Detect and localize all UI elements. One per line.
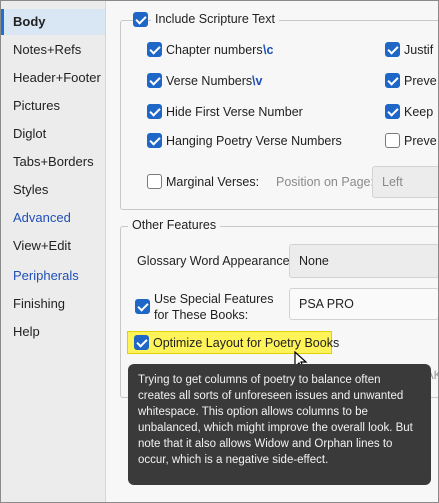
prevent-checkbox-1[interactable] — [385, 73, 400, 88]
include-scripture-checkbox[interactable] — [133, 12, 148, 27]
hanging-poetry-label: Hanging Poetry Verse Numbers — [166, 134, 342, 148]
prevent-label-1: Preve — [404, 74, 437, 88]
optimize-poetry-checkbox[interactable] — [134, 335, 149, 350]
prevent-checkbox-2[interactable] — [385, 133, 400, 148]
justify-checkbox[interactable] — [385, 42, 400, 57]
chapter-numbers-checkbox[interactable] — [147, 42, 162, 57]
position-on-page-label: Position on Page: — [276, 175, 374, 189]
glossary-appearance-dropdown[interactable]: None — [289, 244, 438, 278]
sidebar-item-header-footer[interactable]: Header+Footer — [1, 65, 105, 91]
sidebar-item-advanced[interactable]: Advanced — [1, 205, 105, 231]
app-window: Body Notes+Refs Header+Footer Pictures D… — [0, 0, 439, 503]
hide-first-verse-checkbox[interactable] — [147, 104, 162, 119]
special-features-label-line1: Use Special Features — [154, 292, 274, 306]
optimize-poetry-label[interactable]: Optimize Layout for Poetry Books — [153, 336, 339, 350]
chapter-marker-link[interactable]: \c — [263, 43, 273, 57]
scripture-group-title: Include Scripture Text — [151, 12, 279, 26]
verse-numbers-label: Verse Numbers — [166, 74, 253, 88]
sidebar-item-tabs-borders[interactable]: Tabs+Borders — [1, 149, 105, 175]
keep-checkbox[interactable] — [385, 104, 400, 119]
verse-marker-link[interactable]: \v — [252, 74, 262, 88]
sidebar-item-pictures[interactable]: Pictures — [1, 93, 105, 119]
special-books-input[interactable]: PSA PRO — [289, 288, 438, 320]
sidebar-item-styles[interactable]: Styles — [1, 177, 105, 203]
optimize-tooltip: Trying to get columns of poetry to balan… — [128, 364, 431, 485]
sidebar-item-body[interactable]: Body — [1, 9, 105, 35]
marginal-verses-checkbox[interactable] — [147, 174, 162, 189]
sidebar-item-finishing[interactable]: Finishing — [1, 291, 105, 317]
sidebar-item-peripherals[interactable]: Peripherals — [1, 263, 105, 289]
sidebar-item-notes-refs[interactable]: Notes+Refs — [1, 37, 105, 63]
glossary-appearance-label: Glossary Word Appearance: — [137, 254, 294, 268]
sidebar-item-diglot[interactable]: Diglot — [1, 121, 105, 147]
sidebar: Body Notes+Refs Header+Footer Pictures D… — [1, 1, 105, 502]
position-on-page-dropdown[interactable]: Left — [372, 166, 438, 198]
hanging-poetry-checkbox[interactable] — [147, 133, 162, 148]
chapter-numbers-label: Chapter numbers — [166, 43, 263, 57]
special-features-checkbox[interactable] — [135, 299, 150, 314]
verse-numbers-checkbox[interactable] — [147, 73, 162, 88]
special-features-label-line2: for These Books: — [154, 308, 249, 322]
sidebar-item-view-edit[interactable]: View+Edit — [1, 233, 105, 259]
other-features-title: Other Features — [128, 218, 221, 232]
marginal-verses-label: Marginal Verses: — [166, 175, 260, 189]
hide-first-verse-label: Hide First Verse Number — [166, 105, 303, 119]
prevent-label-2: Preve — [404, 134, 437, 148]
keep-label: Keep — [404, 105, 434, 119]
sidebar-item-help[interactable]: Help — [1, 319, 105, 345]
justify-label: Justif — [404, 43, 434, 57]
